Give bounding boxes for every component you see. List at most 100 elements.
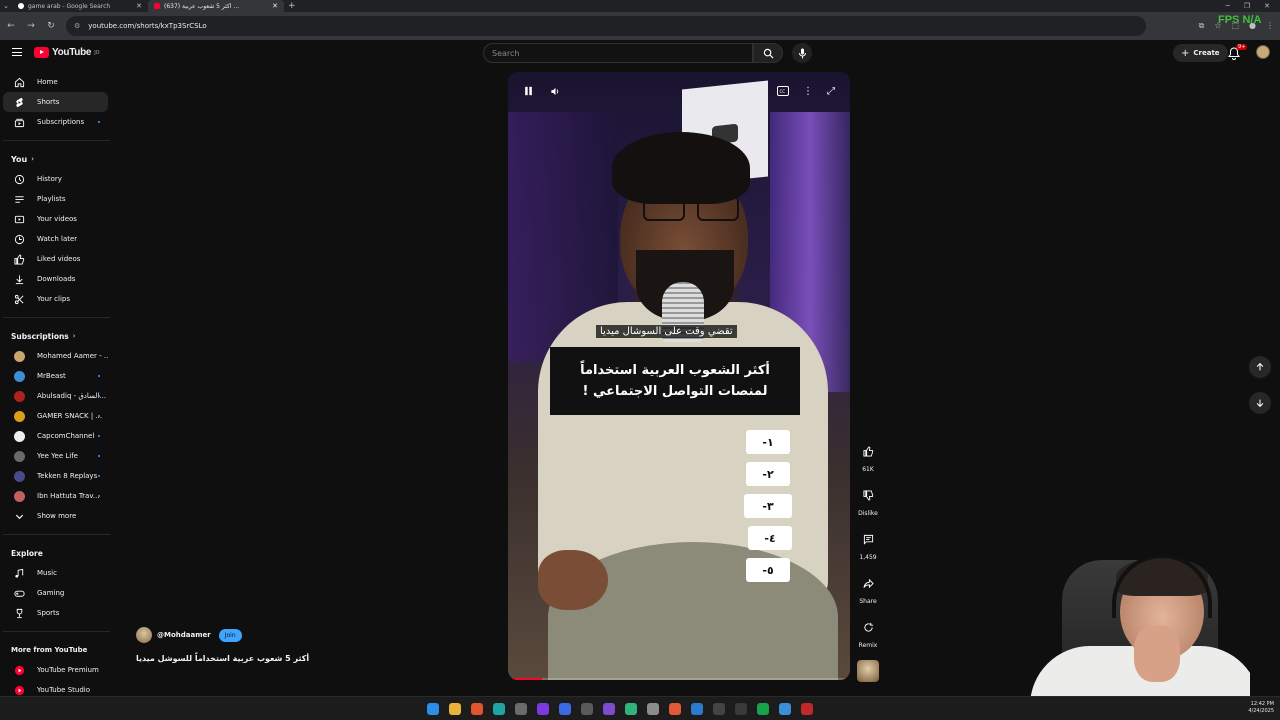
share-button[interactable]: Share (856, 572, 880, 605)
forward-icon[interactable]: → (26, 21, 36, 31)
more-from-youtube-item[interactable]: YouTube Premium (3, 660, 108, 680)
tab-close-icon[interactable]: ✕ (136, 2, 142, 10)
system-clock[interactable]: 12:42 PM 4/24/2025 (1248, 701, 1274, 715)
subscription-channel[interactable]: CapcomChannel (3, 426, 108, 446)
subscription-label: MrBeast (37, 372, 66, 380)
youtube-logo[interactable]: YouTube JO (34, 47, 100, 58)
sidebar-item-home[interactable]: Home (3, 72, 108, 92)
rank-box-4: ٤- (748, 526, 792, 550)
install-app-icon[interactable]: ⧉ (1199, 21, 1205, 31)
new-tab-icon[interactable]: + (288, 1, 296, 11)
subscriptions-icon (14, 117, 25, 128)
subscription-channel[interactable]: Mohamed Aamer - ... (3, 346, 108, 366)
subscription-channel[interactable]: Yee Yee Life (3, 446, 108, 466)
youtube-red-icon (14, 665, 25, 676)
like-count: 61K (862, 466, 874, 473)
subscription-channel[interactable]: MrBeast (3, 366, 108, 386)
share-label: Share (859, 598, 877, 605)
tab-close-icon[interactable]: ✕ (272, 2, 278, 10)
create-button[interactable]: + Create (1173, 44, 1228, 62)
browser-tab-google[interactable]: game arab - Google Search ✕ (12, 0, 148, 12)
reload-icon[interactable]: ↻ (46, 21, 56, 31)
back-icon[interactable]: ← (6, 21, 16, 31)
sidebar-item-your-clips[interactable]: Your clips (3, 289, 108, 309)
app-icon[interactable] (515, 703, 527, 715)
subscription-channel[interactable]: Abulsadiq - السادق... (3, 386, 108, 406)
sidebar-item-label: YouTube Studio (37, 686, 90, 694)
app-icon[interactable] (735, 703, 747, 715)
steam-icon[interactable] (691, 703, 703, 715)
minimize-icon[interactable]: ─ (1226, 2, 1230, 10)
sidebar-item-your-videos[interactable]: Your videos (3, 209, 108, 229)
subscription-channel[interactable]: GAMER SNACK | ... (3, 406, 108, 426)
app-icon[interactable] (669, 703, 681, 715)
app-icon[interactable] (603, 703, 615, 715)
voice-search-button[interactable] (792, 43, 812, 63)
app-icon[interactable] (647, 703, 659, 715)
pause-button[interactable] (522, 84, 534, 98)
edge-icon[interactable] (493, 703, 505, 715)
sidebar-item-sports[interactable]: Sports (3, 603, 108, 623)
app-icon[interactable] (625, 703, 637, 715)
next-short-button[interactable] (1249, 392, 1271, 414)
app-icon[interactable] (779, 703, 791, 715)
previous-short-button[interactable] (1249, 356, 1271, 378)
like-button[interactable]: 61K (856, 440, 880, 473)
show-more-button[interactable]: Show more (3, 506, 108, 526)
remix-button[interactable]: Remix (856, 616, 880, 649)
fullscreen-icon[interactable]: ⤢ (824, 84, 838, 98)
tab-search-icon[interactable]: ⌄ (0, 2, 12, 10)
shorts-video-player[interactable]: CC ⋮ ⤢ تقضي وقت على السوشال ميديا أكثر ا… (508, 72, 850, 680)
app-icon[interactable] (537, 703, 549, 715)
you-section-header[interactable]: You › (0, 149, 116, 169)
address-bar[interactable]: ⚙ youtube.com/shorts/kxTp3SrCSLo (66, 16, 1146, 36)
sidebar-item-label: Your clips (37, 295, 70, 303)
guide-menu-icon[interactable] (12, 48, 22, 56)
sidebar-item-shorts[interactable]: Shorts (3, 92, 108, 112)
chrome-icon[interactable] (471, 703, 483, 715)
notifications-button[interactable]: 9+ (1228, 44, 1248, 61)
sidebar-item-history[interactable]: History (3, 169, 108, 189)
more-options-icon[interactable]: ⋮ (802, 84, 814, 98)
short-title[interactable]: أكثر 5 شعوب عربية استخداماً للسوشل ميديا (136, 654, 309, 663)
history-icon (14, 174, 25, 185)
close-window-icon[interactable]: ✕ (1264, 2, 1270, 10)
captions-button[interactable]: CC (776, 84, 790, 98)
volume-button[interactable] (548, 84, 562, 98)
sidebar-item-gaming[interactable]: Gaming (3, 583, 108, 603)
video-progress-bar[interactable] (508, 678, 850, 680)
liked-videos-icon (14, 253, 25, 265)
app-icon[interactable] (581, 703, 593, 715)
account-avatar[interactable] (1256, 45, 1270, 59)
subscriptions-section-header[interactable]: Subscriptions › (0, 326, 116, 346)
browser-menu-icon[interactable]: ⋮ (1266, 21, 1274, 31)
app-icon[interactable] (713, 703, 725, 715)
subscription-channel[interactable]: Ibn Hattuta Trav... (3, 486, 108, 506)
app-icon[interactable] (559, 703, 571, 715)
sidebar-item-music[interactable]: Music (3, 563, 108, 583)
app-icon[interactable] (757, 703, 769, 715)
app-icon[interactable] (801, 703, 813, 715)
screen: ⌄ game arab - Google Search ✕ أكثر 5 شعو… (0, 0, 1280, 720)
sidebar-item-watch-later[interactable]: Watch later (3, 229, 108, 249)
restore-icon[interactable]: ❐ (1244, 2, 1250, 10)
join-button[interactable]: Join (218, 628, 242, 642)
sound-thumbnail[interactable] (856, 660, 880, 682)
sidebar-item-playlists[interactable]: Playlists (3, 189, 108, 209)
start-menu-icon[interactable] (427, 703, 439, 715)
search-input[interactable]: Search (483, 43, 753, 63)
microphone-icon (798, 48, 806, 58)
channel-avatar[interactable] (136, 627, 152, 643)
search-button[interactable] (753, 43, 783, 63)
comments-button[interactable]: 1,459 (856, 528, 880, 561)
sidebar-item-liked-videos[interactable]: Liked videos (3, 249, 108, 269)
sidebar-item-downloads[interactable]: Downloads (3, 269, 108, 289)
browser-tab-youtube[interactable]: أكثر 5 شعوب عربية (637) ... ✕ (148, 0, 284, 12)
file-explorer-icon[interactable] (449, 703, 461, 715)
channel-handle[interactable]: @Mohdaamer (157, 631, 211, 639)
subscription-channel[interactable]: Tekken 8 Replays (3, 466, 108, 486)
dislike-button[interactable]: Dislike (856, 484, 880, 517)
sidebar-item-subscriptions[interactable]: Subscriptions (3, 112, 108, 132)
site-info-icon[interactable]: ⚙ (74, 22, 80, 30)
you-header-label: You (11, 154, 28, 164)
